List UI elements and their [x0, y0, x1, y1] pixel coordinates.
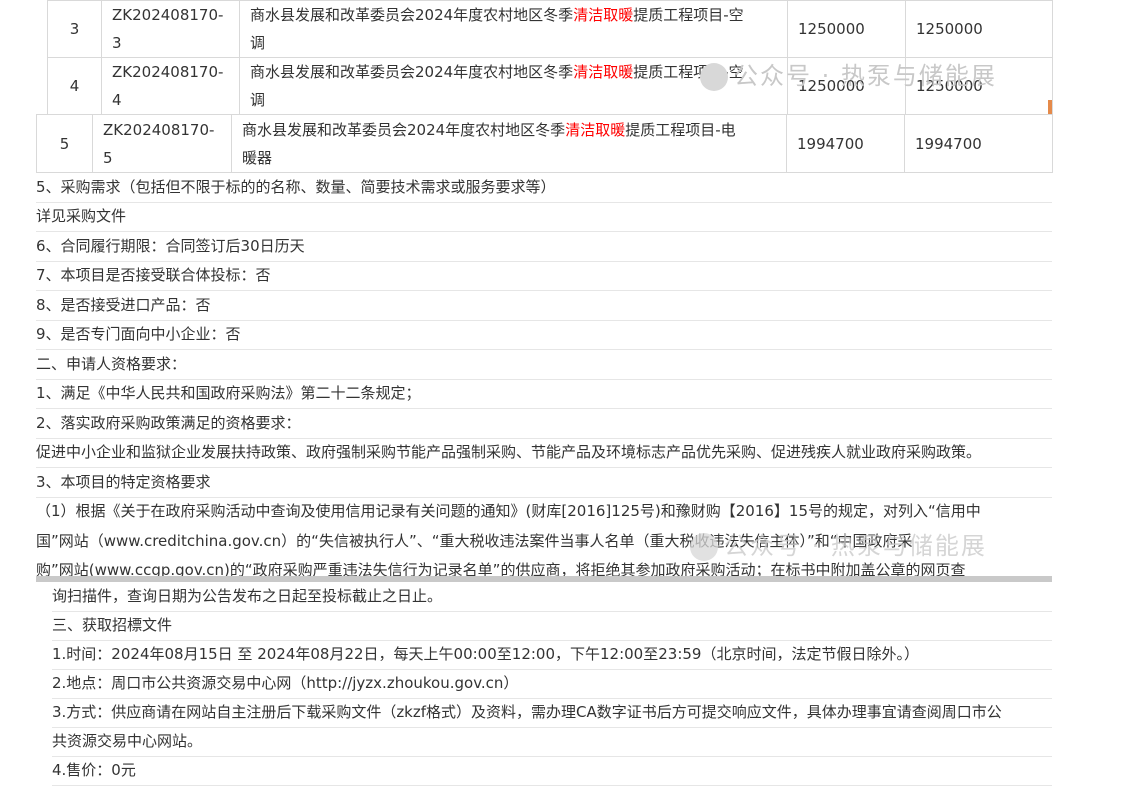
- max-price: 1994700: [904, 114, 1053, 173]
- procurement-requirement-heading: 5、采购需求（包括但不限于标的的名称、数量、简要技术需求或服务要求等）: [36, 173, 1052, 203]
- project-code: ZK202408170- 4: [101, 57, 240, 115]
- watermark: 公众号 · 热泵与储能展: [700, 56, 997, 91]
- contract-term: 6、合同履行期限：合同签订后30日历天: [36, 232, 1052, 262]
- obtain-documents-heading: 三、获取招標文件: [52, 611, 1052, 641]
- project-name: 商水县发展和改革委员会2024年度农村地区冬季清洁取暖提质工程项目-空调: [239, 0, 788, 58]
- credit-paragraph-continuation: 询扫描件，查询日期为公告发布之日起至投标截止之日止。: [52, 582, 1052, 612]
- wechat-icon: [690, 533, 718, 561]
- row-number: 5: [36, 114, 93, 173]
- qualification-heading: 二、申请人资格要求：: [36, 350, 1052, 380]
- specific-qualification-heading: 3、本项目的特定资格要求: [36, 468, 1052, 498]
- obtain-method-continuation: 共资源交易中心网站。: [52, 727, 1052, 757]
- table-row: 3 ZK202408170- 3 商水县发展和改革委员会2024年度农村地区冬季清…: [47, 0, 1053, 58]
- page-edge-mark: [1048, 100, 1052, 114]
- budget-amount: 1250000: [787, 0, 906, 58]
- sme-only: 9、是否专门面向中小企业：否: [36, 320, 1052, 350]
- table-row: 5 ZK202408170- 5 商水县发展和改革委员会2024年度农村地区冬季清…: [36, 114, 1053, 173]
- obtain-method: 3.方式：供应商请在网站自主注册后下载采购文件（zkzf格式）及资料，需办理CA…: [52, 698, 1052, 728]
- credit-paragraph-line: （1）根据《关于在政府采购活动中查询及使用信用记录有关问题的通知》(财库[201…: [36, 502, 981, 520]
- wechat-icon: [700, 63, 728, 91]
- watermark: 公众号 · 热泵与储能展: [690, 526, 987, 561]
- obtain-time: 1.时间：2024年08月15日 至 2024年08月22日，每天上午00:00…: [52, 640, 1052, 670]
- procurement-requirement-detail: 详见采购文件: [36, 202, 1052, 232]
- row-number: 3: [47, 0, 102, 58]
- project-code: ZK202408170- 5: [92, 114, 232, 173]
- row-number: 4: [47, 57, 102, 115]
- policy-text: 促进中小企业和监狱企业发展扶持政策、政府强制采购节能产品强制采购、节能产品及环境…: [36, 438, 1052, 468]
- qualification-item-1: 1、满足《中华人民共和国政府采购法》第二十二条规定；: [36, 379, 1052, 409]
- document-price: 4.售价：0元: [52, 756, 1052, 786]
- budget-amount: 1994700: [786, 114, 905, 173]
- import-products: 8、是否接受进口产品：否: [36, 291, 1052, 321]
- qualification-item-2: 2、落实政府采购政策满足的资格要求：: [36, 409, 1052, 439]
- project-code: ZK202408170- 3: [101, 0, 240, 58]
- consortium-bid: 7、本项目是否接受联合体投标：否: [36, 261, 1052, 291]
- project-name: 商水县发展和改革委员会2024年度农村地区冬季清洁取暖提质工程项目-电 暖器: [231, 114, 787, 173]
- bid-table-lower: 5 ZK202408170- 5 商水县发展和改革委员会2024年度农村地区冬季清…: [36, 114, 1053, 173]
- obtain-location: 2.地点：周口市公共资源交易中心网（http://jyzx.zhoukou.go…: [52, 669, 1052, 699]
- max-price: 1250000: [905, 0, 1053, 58]
